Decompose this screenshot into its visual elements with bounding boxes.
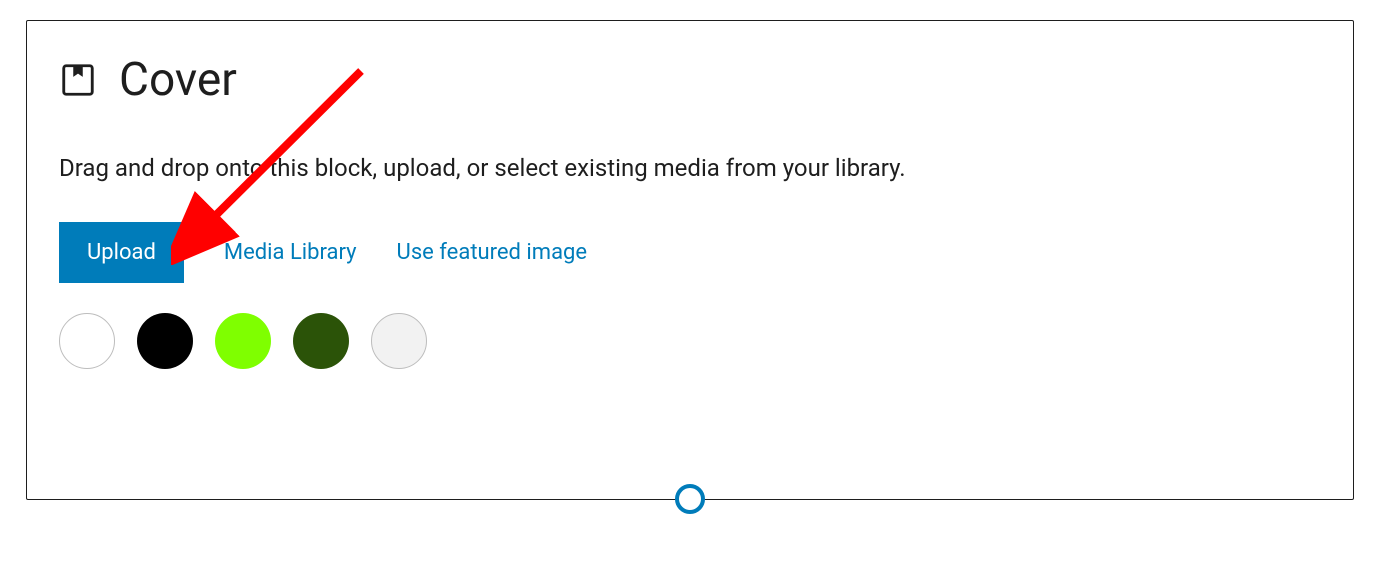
color-swatch-dark-green[interactable] [293,313,349,369]
media-library-button[interactable]: Media Library [224,240,357,265]
color-swatch-light-gray[interactable] [371,313,427,369]
color-swatch-lime-green[interactable] [215,313,271,369]
placeholder-actions: Upload Media Library Use featured image [59,222,1321,283]
color-swatch-row [59,313,1321,369]
cover-icon [59,61,97,99]
resize-handle[interactable] [675,484,705,514]
cover-block-placeholder: Cover Drag and drop onto this block, upl… [26,20,1354,500]
color-swatch-white[interactable] [59,313,115,369]
upload-button[interactable]: Upload [59,222,184,283]
color-swatch-black[interactable] [137,313,193,369]
placeholder-description: Drag and drop onto this block, upload, o… [59,151,1321,186]
block-title: Cover [119,57,237,103]
use-featured-image-button[interactable]: Use featured image [397,240,588,265]
placeholder-header: Cover [59,57,1321,103]
